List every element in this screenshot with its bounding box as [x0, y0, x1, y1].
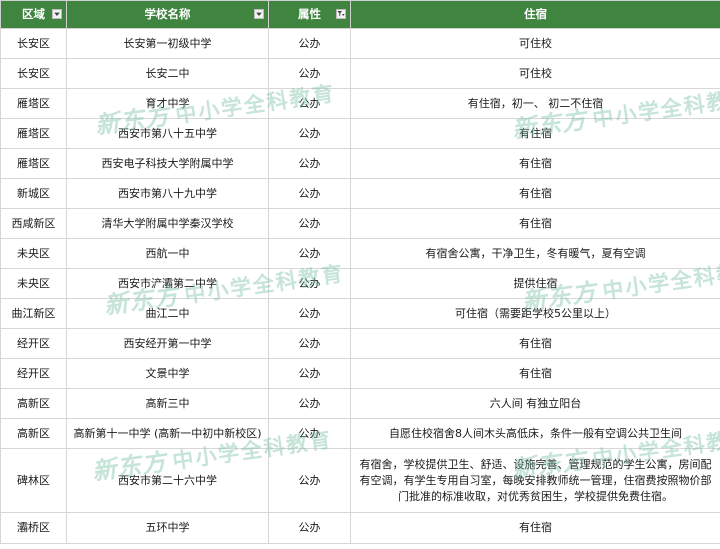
- cell-school-name: 曲江二中: [66, 298, 269, 329]
- table-row: 未央区 西航一中 公办 有宿舍公寓，干净卫生，冬有暖气，夏有空调: [0, 238, 720, 269]
- cell-accommodation: 六人间 有独立阳台: [350, 388, 720, 419]
- cell-accommodation: 可住校: [350, 58, 720, 89]
- cell-region: 雁塔区: [0, 118, 67, 149]
- table-row: 经开区 西安经开第一中学 公办 有住宿: [0, 328, 720, 359]
- table-row: 高新区 高新第十一中学 (高新一中初中新校区) 公办 自愿住校宿舍8人间木头高低床，条…: [0, 418, 720, 449]
- cell-school-name: 西安市第八十九中学: [66, 178, 269, 209]
- cell-region: 未央区: [0, 268, 67, 299]
- cell-region: 经开区: [0, 328, 67, 359]
- cell-school-name: 清华大学附属中学秦汉学校: [66, 208, 269, 239]
- table-body: 长安区 长安第一初级中学 公办 可住校 长安区 长安二中 公办 可住校 雁塔区 育才中学 公办 有住宿…: [0, 28, 720, 544]
- cell-accommodation: 有住宿: [350, 178, 720, 209]
- table-row: 雁塔区 西安市第八十五中学 公办 有住宿: [0, 118, 720, 149]
- cell-school-name: 五环中学: [66, 512, 269, 544]
- cell-accommodation: 有住宿: [350, 148, 720, 179]
- table-row: 雁塔区 育才中学 公办 有住宿，初一、 初二不住宿: [0, 88, 720, 119]
- cell-attribute: 公办: [268, 512, 351, 544]
- cell-accommodation: 有住宿: [350, 328, 720, 359]
- cell-attribute: 公办: [268, 28, 351, 59]
- cell-region: 新城区: [0, 178, 67, 209]
- cell-school-name: 文景中学: [66, 358, 269, 389]
- cell-school-name: 西安市浐灞第二中学: [66, 268, 269, 299]
- cell-accommodation: 提供住宿: [350, 268, 720, 299]
- header-accommodation: 住宿: [350, 0, 720, 29]
- cell-attribute: 公办: [268, 148, 351, 179]
- cell-attribute: 公办: [268, 388, 351, 419]
- cell-region: 经开区: [0, 358, 67, 389]
- header-label: 住宿: [524, 7, 547, 21]
- cell-attribute: 公办: [268, 208, 351, 239]
- table-row: 曲江新区 曲江二中 公办 可住宿（需要距学校5公里以上）: [0, 298, 720, 329]
- table-row: 碑林区 西安市第二十六中学 公办 有宿舍，学校提供卫生、舒适、设施完善、管理规范的学生…: [0, 448, 720, 513]
- filter-dropdown-icon[interactable]: [254, 9, 264, 19]
- cell-region: 雁塔区: [0, 88, 67, 119]
- cell-region: 灞桥区: [0, 512, 67, 544]
- header-label: 学校名称: [144, 7, 191, 21]
- school-table: 区域 学校名称 属性 住宿 长安区 长安第一初级中学 公办 可住校 长安区 长安二中 公办 可住校雁…: [0, 0, 720, 544]
- cell-attribute: 公办: [268, 118, 351, 149]
- table-row: 长安区 长安二中 公办 可住校: [0, 58, 720, 89]
- table-row: 未央区 西安市浐灞第二中学 公办 提供住宿: [0, 268, 720, 299]
- table-row: 经开区 文景中学 公办 有住宿: [0, 358, 720, 389]
- table-row: 新城区 西安市第八十九中学 公办 有住宿: [0, 178, 720, 209]
- cell-accommodation: 有宿舍公寓，干净卫生，冬有暖气，夏有空调: [350, 238, 720, 269]
- cell-accommodation: 有住宿: [350, 512, 720, 544]
- cell-school-name: 长安第一初级中学: [66, 28, 269, 59]
- cell-school-name: 高新三中: [66, 388, 269, 419]
- table-row: 长安区 长安第一初级中学 公办 可住校: [0, 28, 720, 59]
- cell-region: 高新区: [0, 388, 67, 419]
- cell-attribute: 公办: [268, 238, 351, 269]
- header-row: 区域 学校名称 属性 住宿: [0, 0, 720, 29]
- header-region: 区域: [0, 0, 67, 29]
- cell-attribute: 公办: [268, 418, 351, 449]
- table-row: 雁塔区 西安电子科技大学附属中学 公办 有住宿: [0, 148, 720, 179]
- cell-school-name: 西安经开第一中学: [66, 328, 269, 359]
- cell-attribute: 公办: [268, 448, 351, 513]
- cell-region: 雁塔区: [0, 148, 67, 179]
- cell-region: 长安区: [0, 28, 67, 59]
- cell-school-name: 西安市第八十五中学: [66, 118, 269, 149]
- filter-applied-icon[interactable]: [336, 9, 346, 19]
- cell-attribute: 公办: [268, 88, 351, 119]
- cell-accommodation: 有住宿: [350, 358, 720, 389]
- table-row: 高新区 高新三中 公办 六人间 有独立阳台: [0, 388, 720, 419]
- cell-accommodation: 可住校: [350, 28, 720, 59]
- cell-accommodation: 可住宿（需要距学校5公里以上）: [350, 298, 720, 329]
- cell-accommodation: 有住宿: [350, 118, 720, 149]
- cell-region: 未央区: [0, 238, 67, 269]
- table-row: 西咸新区 清华大学附属中学秦汉学校 公办 有住宿: [0, 208, 720, 239]
- cell-region: 高新区: [0, 418, 67, 449]
- cell-attribute: 公办: [268, 178, 351, 209]
- cell-region: 长安区: [0, 58, 67, 89]
- cell-accommodation: 自愿住校宿舍8人间木头高低床，条件一般有空调公共卫生间: [350, 418, 720, 449]
- cell-attribute: 公办: [268, 298, 351, 329]
- cell-attribute: 公办: [268, 268, 351, 299]
- cell-attribute: 公办: [268, 328, 351, 359]
- header-school-name: 学校名称: [66, 0, 269, 29]
- cell-accommodation: 有住宿，初一、 初二不住宿: [350, 88, 720, 119]
- header-attribute: 属性: [268, 0, 351, 29]
- cell-school-name: 西安市第二十六中学: [66, 448, 269, 513]
- cell-region: 西咸新区: [0, 208, 67, 239]
- cell-school-name: 西安电子科技大学附属中学: [66, 148, 269, 179]
- filter-dropdown-icon[interactable]: [52, 9, 62, 19]
- cell-accommodation: 有住宿: [350, 208, 720, 239]
- cell-school-name: 育才中学: [66, 88, 269, 119]
- cell-school-name: 长安二中: [66, 58, 269, 89]
- cell-accommodation: 有宿舍，学校提供卫生、舒适、设施完善、管理规范的学生公寓，房间配有空调，有学生专…: [350, 448, 720, 513]
- cell-region: 碑林区: [0, 448, 67, 513]
- table-row: 灞桥区 五环中学 公办 有住宿: [0, 512, 720, 544]
- cell-region: 曲江新区: [0, 298, 67, 329]
- cell-attribute: 公办: [268, 358, 351, 389]
- cell-school-name: 西航一中: [66, 238, 269, 269]
- cell-attribute: 公办: [268, 58, 351, 89]
- cell-school-name: 高新第十一中学 (高新一中初中新校区): [66, 418, 269, 449]
